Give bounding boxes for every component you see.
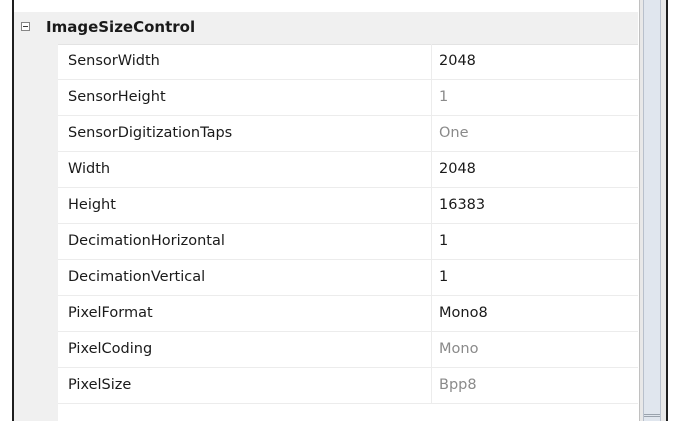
property-name: DecimationVertical xyxy=(68,260,432,295)
category-row-imagesizecontrol[interactable]: ImageSizeControl xyxy=(14,12,638,45)
collapse-icon[interactable] xyxy=(21,22,30,31)
property-row-decimationhorizontal[interactable]: DecimationHorizontal 1 xyxy=(58,224,638,260)
property-value[interactable]: 2048 xyxy=(439,44,629,79)
property-value[interactable]: 1 xyxy=(439,260,629,295)
property-name: PixelFormat xyxy=(68,296,432,331)
property-name: SensorDigitizationTaps xyxy=(68,116,432,151)
property-name: SensorWidth xyxy=(68,44,432,79)
property-row-sensorwidth[interactable]: SensorWidth 2048 xyxy=(58,44,638,80)
property-grid-window: ImageSizeControl SensorWidth 2048 Sensor… xyxy=(0,0,680,421)
property-row-sensorheight[interactable]: SensorHeight 1 xyxy=(58,80,638,116)
property-value[interactable]: Mono8 xyxy=(439,296,629,331)
property-row-sensordigitizationtaps[interactable]: SensorDigitizationTaps One xyxy=(58,116,638,152)
property-value[interactable]: 2048 xyxy=(439,152,629,187)
property-name: SensorHeight xyxy=(68,80,432,115)
property-grid: ImageSizeControl SensorWidth 2048 Sensor… xyxy=(14,12,638,421)
property-value: Bpp8 xyxy=(439,377,477,393)
property-row-pixelsize[interactable]: PixelSize Bpp8 xyxy=(58,368,638,404)
property-name: Height xyxy=(68,188,432,223)
property-row-width[interactable]: Width 2048 xyxy=(58,152,638,188)
property-value: One xyxy=(439,125,469,141)
property-row-height[interactable]: Height 16383 xyxy=(58,188,638,224)
property-name: DecimationHorizontal xyxy=(68,224,432,259)
vertical-scrollbar[interactable] xyxy=(639,0,666,421)
property-row-pixelcoding[interactable]: PixelCoding Mono xyxy=(58,332,638,368)
property-value: 1 xyxy=(439,89,449,105)
property-value: Mono xyxy=(439,341,479,357)
property-row-pixelformat[interactable]: PixelFormat Mono8 xyxy=(58,296,638,332)
property-name: Width xyxy=(68,152,432,187)
scrollbar-thumb[interactable] xyxy=(643,0,661,421)
property-grid-gutter xyxy=(14,44,58,421)
property-value[interactable]: 16383 xyxy=(439,188,629,223)
property-value[interactable]: 1 xyxy=(439,224,629,259)
property-row-decimationvertical[interactable]: DecimationVertical 1 xyxy=(58,260,638,296)
window-right-border xyxy=(666,0,668,421)
property-name: PixelSize xyxy=(68,368,432,403)
category-label: ImageSizeControl xyxy=(46,18,196,36)
scrollbar-grip-icon xyxy=(644,414,660,417)
property-name: PixelCoding xyxy=(68,332,432,367)
